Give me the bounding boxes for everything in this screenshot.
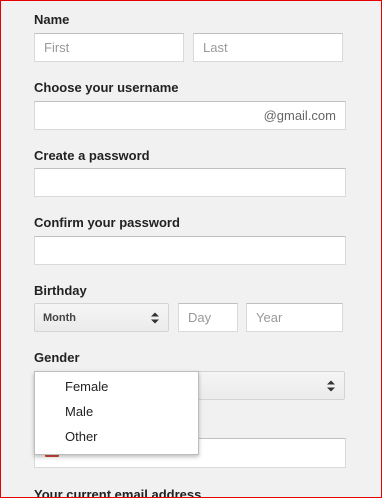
username-label: Choose your username <box>34 80 179 95</box>
gmail-domain-suffix: @gmail.com <box>263 108 336 123</box>
gender-option-male[interactable]: Male <box>65 404 93 419</box>
first-name-placeholder: First <box>44 40 70 55</box>
select-arrows-icon <box>327 380 335 391</box>
gender-label: Gender <box>34 350 80 365</box>
password-label: Create a password <box>34 148 150 163</box>
select-arrows-icon <box>151 312 159 323</box>
birth-year-input[interactable]: Year <box>246 303 343 332</box>
birth-month-value: Month <box>43 311 76 324</box>
name-label: Name <box>34 12 70 27</box>
confirm-password-label: Confirm your password <box>34 215 180 230</box>
current-email-label: Your current email address <box>34 487 202 498</box>
password-input[interactable] <box>34 168 346 197</box>
confirm-password-input[interactable] <box>34 236 346 265</box>
username-input[interactable]: @gmail.com <box>34 101 346 130</box>
last-name-input[interactable]: Last <box>193 33 343 62</box>
signup-form: Name First Last Choose your username @gm… <box>0 0 382 498</box>
birth-month-select[interactable]: Month <box>34 303 169 332</box>
birth-day-placeholder: Day <box>188 310 212 325</box>
gender-option-female[interactable]: Female <box>65 379 108 394</box>
gender-dropdown-menu: Female Male Other <box>34 371 199 455</box>
first-name-input[interactable]: First <box>34 33 184 62</box>
birth-year-placeholder: Year <box>256 310 283 325</box>
birth-day-input[interactable]: Day <box>178 303 238 332</box>
birthday-label: Birthday <box>34 283 87 298</box>
last-name-placeholder: Last <box>203 40 228 55</box>
gender-option-other[interactable]: Other <box>65 429 98 444</box>
